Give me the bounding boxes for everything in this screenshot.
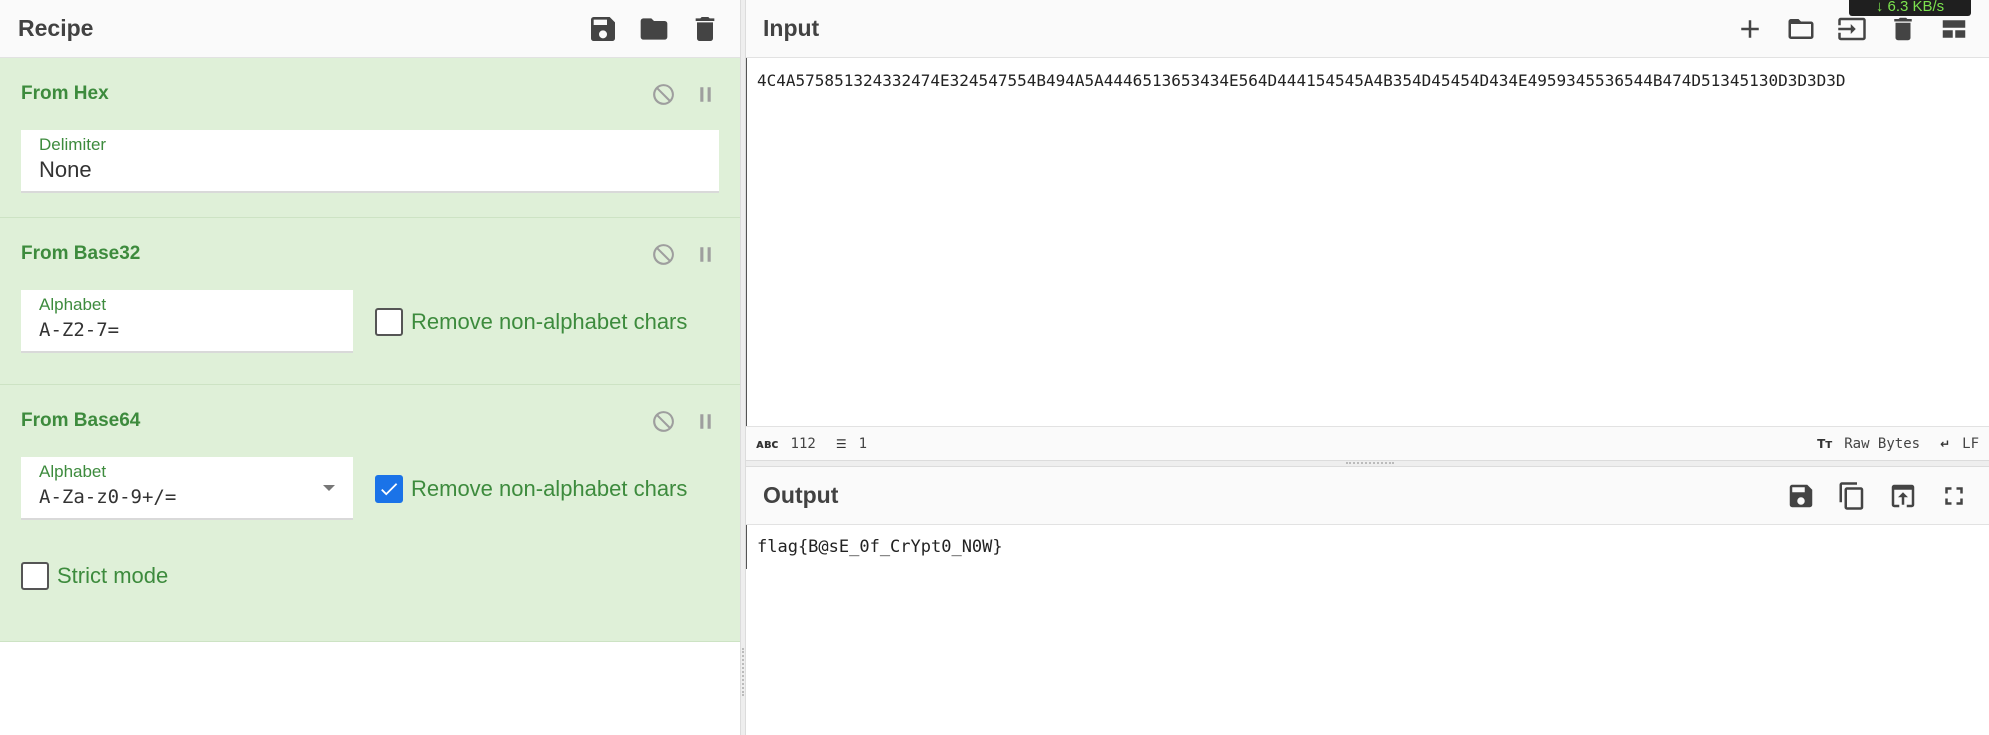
pause-icon [699, 413, 711, 429]
clear-input-button[interactable] [1886, 12, 1920, 46]
recipe-header: Recipe [0, 0, 740, 58]
input-file-icon [1838, 17, 1866, 40]
encoding-value: Raw Bytes [1844, 435, 1921, 452]
operation-from-base64: From Base64 Alphabet A-Za-z0-9+/= Remove… [0, 385, 740, 642]
disable-icon [652, 83, 674, 105]
operation-title: From Base64 [21, 410, 141, 431]
checkbox-box[interactable] [375, 307, 403, 336]
disable-operation-button[interactable] [649, 80, 677, 108]
field-value: None [39, 157, 92, 182]
text-size-icon: Tт [1817, 436, 1833, 451]
eol-selector[interactable]: ↵ LF [1940, 436, 1979, 452]
save-recipe-button[interactable] [586, 12, 620, 46]
checkbox-box[interactable] [375, 474, 403, 503]
alphabet-field[interactable]: Alphabet A-Z2-7= [21, 290, 353, 353]
trash-icon [1894, 17, 1912, 40]
io-pane: Input 4C4A575851324332474E324547554B494A… [746, 0, 1989, 735]
output-title: Output [763, 482, 839, 508]
field-value: A-Za-z0-9+/= [39, 486, 177, 508]
upload-box-icon [1891, 484, 1915, 507]
delimiter-field[interactable]: Delimiter None [21, 130, 719, 193]
save-icon [1789, 484, 1813, 507]
alphabet-select[interactable]: Alphabet A-Za-z0-9+/= [21, 457, 353, 520]
save-output-button[interactable] [1784, 479, 1818, 513]
operation-from-hex: From Hex Delimiter None [0, 58, 740, 218]
lines-value: 1 [858, 435, 868, 452]
folder-outline-icon [1788, 18, 1814, 39]
encoding-selector[interactable]: Tт Raw Bytes [1817, 436, 1920, 452]
operation-from-base32: From Base32 Alphabet A-Z2-7= Remove non-… [0, 218, 740, 385]
trash-icon [695, 16, 715, 41]
clear-recipe-button[interactable] [688, 12, 722, 46]
output-header: Output [746, 467, 1989, 525]
disable-operation-button[interactable] [649, 407, 677, 435]
eol-value: LF [1962, 435, 1979, 452]
field-label: Alphabet [39, 462, 107, 481]
breakpoint-button[interactable] [691, 407, 719, 435]
splitter-grip[interactable] [742, 648, 744, 696]
abc-icon: ᴀʙᴄ [756, 436, 779, 451]
save-icon [591, 16, 615, 41]
copy-output-button[interactable] [1835, 479, 1869, 513]
horizontal-splitter[interactable] [746, 460, 1989, 467]
remove-non-alphabet-checkbox[interactable]: Remove non-alphabet chars [375, 474, 688, 503]
open-file-button[interactable] [1835, 12, 1869, 46]
add-tab-button[interactable] [1733, 12, 1767, 46]
return-icon: ↵ [1940, 436, 1951, 451]
operation-title: From Hex [21, 83, 109, 104]
breakpoint-button[interactable] [691, 240, 719, 268]
disable-operation-button[interactable] [649, 240, 677, 268]
disable-icon [652, 243, 674, 265]
length-stat: ᴀʙᴄ 112 [756, 436, 816, 452]
input-title: Input [763, 15, 820, 41]
maximize-output-button[interactable] [1937, 479, 1971, 513]
field-label: Delimiter [39, 135, 107, 154]
length-value: 112 [790, 435, 816, 452]
input-header: Input [746, 0, 1989, 58]
plus-icon [1741, 19, 1759, 38]
lines-stat: ☰ 1 [836, 436, 867, 452]
checkbox-label: Remove non-alphabet chars [411, 308, 688, 334]
remove-non-alphabet-checkbox[interactable]: Remove non-alphabet chars [375, 307, 688, 336]
load-recipe-button[interactable] [637, 12, 671, 46]
pause-icon [699, 246, 711, 262]
recipe-title: Recipe [18, 15, 94, 41]
checkmark-icon [381, 482, 398, 495]
output-textarea[interactable]: flag{B@sE_0f_CrYpt0_N0W} [746, 525, 1989, 569]
field-label: Alphabet [39, 295, 107, 314]
recipe-pane: Recipe From Hex Delimiter None From Base… [0, 0, 740, 735]
input-status-bar: ᴀʙᴄ 112 ☰ 1 Tт Raw Bytes ↵ LF [746, 426, 1989, 460]
pause-icon [699, 86, 711, 102]
chevron-down-icon[interactable] [323, 485, 335, 491]
lines-icon: ☰ [835, 436, 847, 451]
input-textarea[interactable]: 4C4A575851324332474E324547554B494A5A4446… [746, 58, 1989, 426]
breakpoint-button[interactable] [691, 80, 719, 108]
network-speed-badge: ↓ 6.3 KB/s [1849, 0, 1971, 16]
copy-icon [1839, 481, 1864, 510]
folder-icon [640, 17, 668, 40]
splitter-grip[interactable] [1346, 462, 1394, 464]
fullscreen-icon [1945, 486, 1963, 505]
layout-icon [1942, 19, 1966, 38]
checkbox-box[interactable] [21, 562, 49, 590]
open-folder-button[interactable] [1784, 12, 1818, 46]
layout-button[interactable] [1937, 12, 1971, 46]
disable-icon [652, 410, 674, 432]
checkbox-label: Strict mode [57, 563, 169, 588]
field-value: A-Z2-7= [39, 319, 120, 341]
operation-title: From Base32 [21, 243, 141, 264]
replace-input-button[interactable] [1886, 479, 1920, 513]
strict-mode-checkbox[interactable]: Strict mode [21, 562, 719, 590]
checkbox-label: Remove non-alphabet chars [411, 475, 688, 501]
